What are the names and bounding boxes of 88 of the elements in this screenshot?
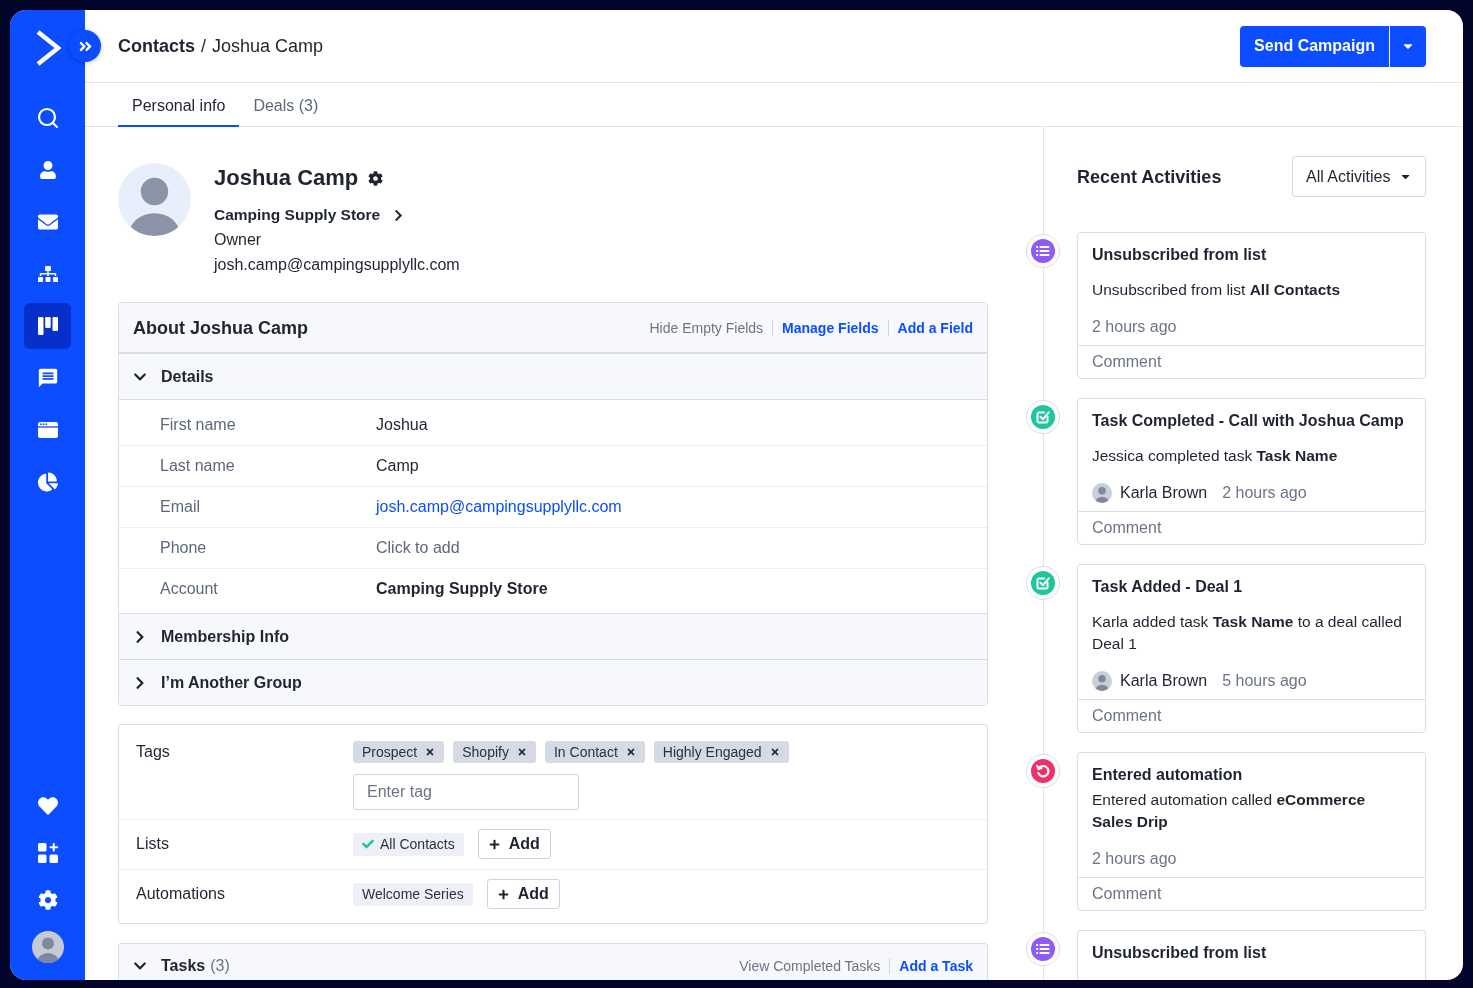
- activity-title: Task Added - Deal 1: [1092, 577, 1243, 597]
- field-value: Camping Supply Store: [376, 579, 548, 599]
- tag-label: In Contact: [553, 743, 618, 762]
- field-value: Camp: [376, 456, 419, 476]
- dropdown-button[interactable]: [1390, 25, 1426, 67]
- field-label: Phone: [160, 538, 208, 558]
- expand-sidebar-button[interactable]: [69, 30, 101, 62]
- activity-text: Entered automation called eCommerce Sales Drip: [1092, 790, 1367, 832]
- timestamp: 2 hours ago: [1092, 849, 1177, 869]
- tab[interactable]: Deals (3): [239, 83, 333, 127]
- person-icon: [38, 161, 57, 179]
- heart-icon: [37, 796, 58, 816]
- filter-dropdown[interactable]: All Activities: [1292, 156, 1426, 197]
- tag-label: Shopify: [462, 743, 509, 762]
- group-header[interactable]: Membership Info: [119, 613, 987, 659]
- close-icon[interactable]: [425, 747, 436, 757]
- add-button[interactable]: Add: [486, 879, 560, 909]
- panel-title: About Joshua Camp: [133, 316, 308, 339]
- timestamp: 2 hours ago: [1222, 483, 1307, 503]
- comment-field[interactable]: Comment: [1078, 345, 1425, 378]
- activity-title: Unsubscribed from list: [1092, 245, 1267, 265]
- row-label: Lists: [135, 834, 170, 854]
- add-button[interactable]: Add: [477, 829, 551, 859]
- browser-window-icon: [37, 422, 58, 438]
- user-name: Karla Brown: [1120, 483, 1208, 503]
- tag-label: Highly Engaged: [662, 743, 762, 762]
- chat-icon: [36, 367, 59, 389]
- header-link[interactable]: Add a Task: [899, 955, 973, 977]
- envelope-icon: [37, 212, 58, 232]
- header-link[interactable]: View Completed Tasks: [739, 955, 881, 977]
- kanban-icon: [37, 317, 58, 335]
- close-icon[interactable]: [625, 747, 636, 757]
- contact-email: josh.camp@campingsupplyllc.com: [214, 255, 460, 275]
- nav-button[interactable]: [24, 303, 71, 349]
- activity-title: Task Completed - Call with Joshua Camp: [1092, 411, 1404, 431]
- list-label: All Contacts: [380, 835, 455, 854]
- add-value-link[interactable]: Click to add: [376, 537, 460, 559]
- plus-icon: [497, 888, 509, 900]
- breadcrumb-link[interactable]: Contacts: [118, 35, 195, 57]
- header-link[interactable]: Add a Field: [897, 316, 973, 339]
- close-icon[interactable]: [769, 747, 780, 757]
- field-label: Account: [160, 579, 219, 599]
- group-header[interactable]: I’m Another Group: [119, 659, 987, 705]
- tasks-header[interactable]: Tasks (3): [133, 955, 230, 977]
- breadcrumb-separator: /: [201, 35, 207, 57]
- contact-name: Joshua Camp: [214, 164, 359, 192]
- tab[interactable]: Personal info: [118, 83, 240, 127]
- timestamp: 2 hours ago: [1092, 317, 1177, 337]
- activity-text: Karla added task Task Name to a deal called Deal 1: [1092, 612, 1403, 654]
- close-icon[interactable]: [516, 747, 527, 757]
- account-link[interactable]: Camping Supply Store: [214, 203, 406, 227]
- avatar-icon: [1092, 671, 1112, 691]
- breadcrumb-current: Joshua Camp: [212, 35, 324, 57]
- group-header[interactable]: Details: [119, 353, 987, 399]
- field-label: First name: [160, 414, 237, 435]
- tag-input[interactable]: Enter tag: [353, 774, 579, 810]
- avatar-icon: [1092, 483, 1112, 503]
- user-name: Karla Brown: [1120, 671, 1208, 691]
- avatar-icon: [31, 931, 64, 963]
- timestamp: 5 hours ago: [1222, 671, 1307, 691]
- activity-title: Unsubscribed from list: [1092, 943, 1267, 963]
- tag-label: Prospect: [362, 743, 418, 762]
- plus-icon: [488, 838, 500, 850]
- logo-icon[interactable]: [34, 29, 61, 67]
- comment-field[interactable]: Comment: [1078, 511, 1425, 544]
- row-label: Automations: [135, 884, 226, 904]
- pie-chart-icon: [37, 472, 58, 492]
- comment-field[interactable]: Comment: [1078, 877, 1425, 910]
- section-title: Recent Activities: [1077, 165, 1222, 188]
- email-link[interactable]: josh.camp@campingsupplyllc.com: [376, 496, 622, 518]
- activity-text: Jessica completed task Task Name: [1092, 446, 1338, 466]
- sitemap-icon: [37, 264, 58, 284]
- field-label: Last name: [160, 456, 236, 476]
- field-value: Joshua: [376, 414, 428, 435]
- contact-role: Owner: [214, 230, 262, 250]
- send-campaign-button[interactable]: Send Campaign: [1240, 25, 1389, 67]
- list-label: Welcome Series: [362, 885, 464, 904]
- header-link[interactable]: Hide Empty Fields: [649, 316, 764, 339]
- row-label: Tags: [135, 742, 171, 762]
- activity-text: Unsubscribed from list All Contacts: [1092, 280, 1341, 300]
- field-label: Email: [160, 497, 201, 517]
- activity-title: Entered automation: [1092, 765, 1243, 785]
- settings-icon[interactable]: [368, 170, 384, 186]
- apps-add-icon: [37, 843, 58, 863]
- comment-field[interactable]: Comment: [1078, 699, 1425, 732]
- settings-icon: [37, 890, 58, 910]
- header-link[interactable]: Manage Fields: [782, 316, 879, 339]
- search-icon: [35, 106, 60, 130]
